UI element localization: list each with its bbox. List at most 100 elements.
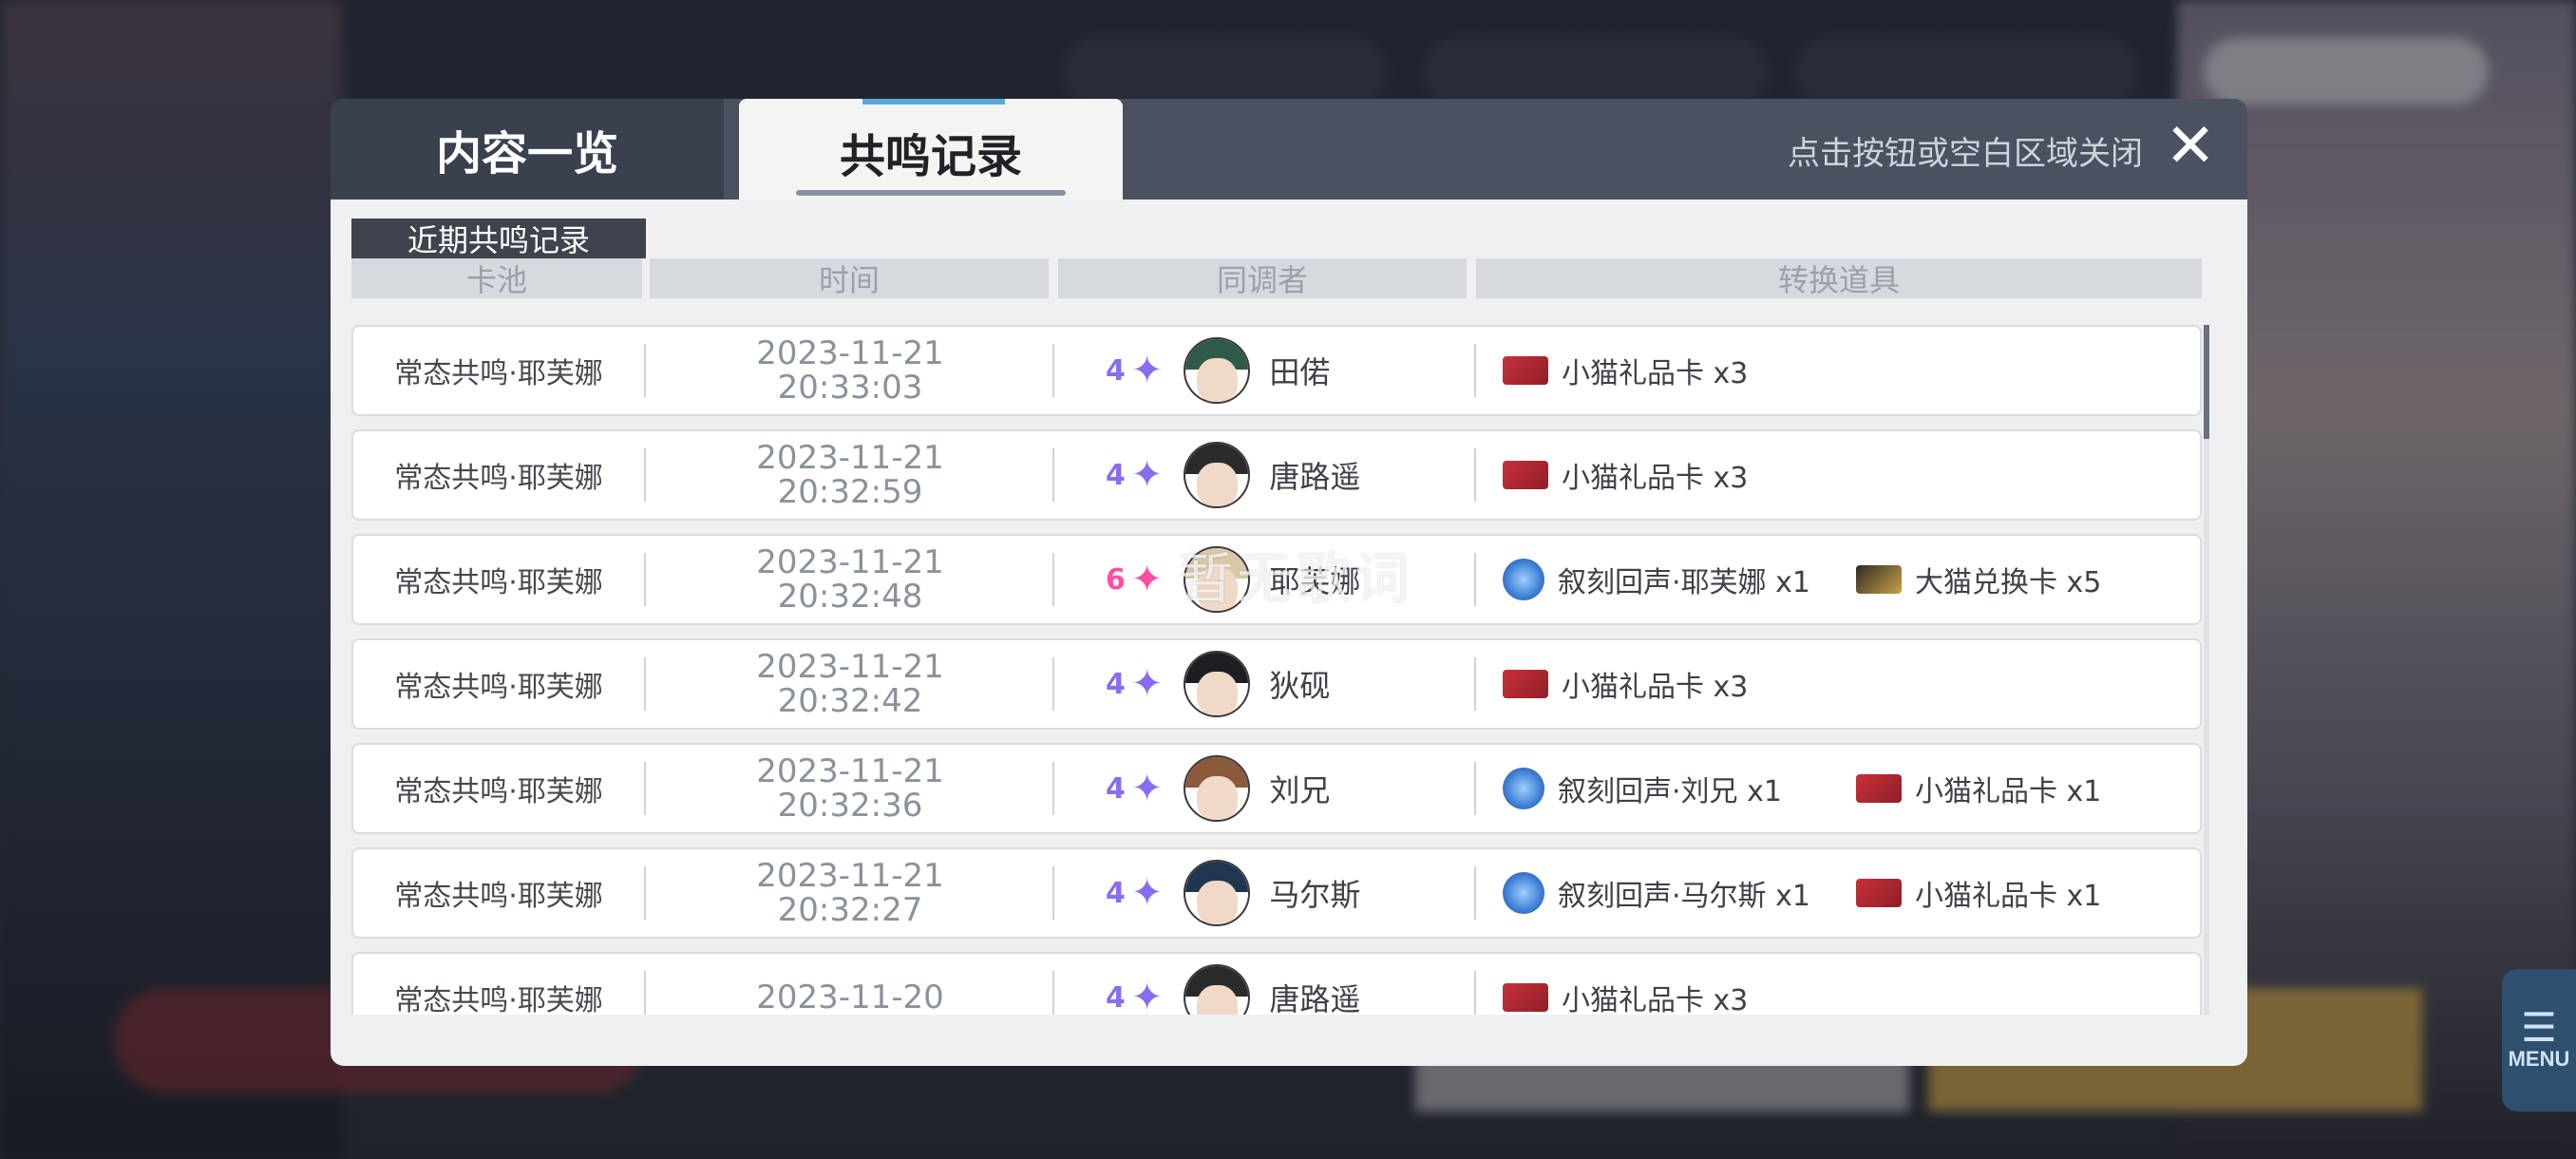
record-row: 常态共鸣·耶芙娜 2023-11-21 20:32:36 4 ✦ 刘兄 叙刻回声… bbox=[351, 743, 2202, 834]
scrollbar[interactable] bbox=[2204, 325, 2209, 1015]
record-list[interactable]: 常态共鸣·耶芙娜 2023-11-21 20:33:03 4 ✦ 田偌 小猫礼品… bbox=[351, 325, 2204, 1015]
record-row: 常态共鸣·耶芙娜 2023-11-20 4 ✦ 唐路遥 小猫礼品卡 x3 bbox=[351, 952, 2202, 1015]
converted-item: 叙刻回声·马尔斯 x1 bbox=[1503, 872, 1847, 914]
items-cell: 小猫礼品卡 x3 bbox=[1478, 954, 2200, 1015]
record-clock: 20:32:48 bbox=[777, 578, 923, 616]
converted-item: 叙刻回声·刘兄 x1 bbox=[1503, 768, 1847, 809]
four-point-star-icon: ✦ bbox=[1130, 349, 1164, 392]
red-gift-card-icon bbox=[1503, 356, 1548, 385]
character-avatar bbox=[1184, 860, 1251, 926]
character-name: 田偌 bbox=[1269, 354, 1331, 390]
converted-item: 小猫礼品卡 x1 bbox=[1856, 872, 2200, 914]
tab-resonance-record[interactable]: 共鸣记录 bbox=[739, 99, 1123, 205]
item-label: 小猫礼品卡 x3 bbox=[1562, 357, 1749, 390]
rarity-number: 4 bbox=[1106, 458, 1126, 492]
echo-orb-icon bbox=[1503, 872, 1544, 914]
record-clock: 20:33:03 bbox=[777, 369, 923, 407]
pool-name: 常态共鸣·耶芙娜 bbox=[394, 357, 603, 390]
record-time: 2023-11-21 20:32:36 bbox=[648, 745, 1052, 832]
item-label: 小猫礼品卡 x3 bbox=[1562, 462, 1749, 495]
close-icon[interactable]: ✕ bbox=[2162, 116, 2219, 177]
red-gift-card-icon bbox=[1503, 670, 1548, 698]
menu-label: MENU bbox=[2508, 1047, 2570, 1071]
character-cell: 4 ✦ 马尔斯 bbox=[1056, 849, 1474, 937]
record-row: 常态共鸣·耶芙娜 2023-11-21 20:32:42 4 ✦ 狄砚 小猫礼品… bbox=[351, 638, 2202, 730]
converted-item: 大猫兑换卡 x5 bbox=[1856, 559, 2200, 600]
record-date: 2023-11-21 bbox=[756, 857, 944, 895]
echo-orb-icon bbox=[1503, 559, 1544, 600]
item-label: 小猫礼品卡 x1 bbox=[1915, 880, 2102, 913]
menu-button[interactable]: ☰ MENU bbox=[2502, 969, 2576, 1112]
record-time: 2023-11-21 20:32:59 bbox=[648, 431, 1052, 519]
pool-name: 常态共鸣·耶芙娜 bbox=[394, 566, 603, 599]
four-point-star-icon: ✦ bbox=[1130, 662, 1164, 706]
record-clock: 20:32:36 bbox=[777, 787, 923, 825]
character-name: 唐路遥 bbox=[1269, 459, 1361, 495]
record-date: 2023-11-21 bbox=[756, 648, 944, 686]
echo-orb-icon bbox=[1503, 768, 1544, 809]
watermark-text: 暂无歌词 bbox=[1178, 546, 1414, 611]
record-clock: 20:32:42 bbox=[777, 682, 923, 720]
record-date: 2023-11-21 bbox=[756, 543, 944, 581]
rarity-number: 4 bbox=[1106, 980, 1126, 1015]
item-label: 大猫兑换卡 x5 bbox=[1915, 566, 2102, 599]
four-point-star-icon: ✦ bbox=[1130, 871, 1164, 915]
item-label: 小猫礼品卡 x1 bbox=[1915, 775, 2102, 808]
character-name: 唐路遥 bbox=[1269, 981, 1361, 1015]
character-avatar bbox=[1184, 651, 1251, 717]
character-cell: 4 ✦ 唐路遥 bbox=[1056, 954, 1474, 1015]
record-time: 2023-11-20 bbox=[648, 954, 1052, 1015]
red-gift-card-icon bbox=[1856, 774, 1902, 803]
character-cell: 4 ✦ 唐路遥 bbox=[1056, 431, 1474, 519]
item-label: 小猫礼品卡 x3 bbox=[1562, 984, 1749, 1015]
column-header-pool: 卡池 bbox=[351, 258, 642, 298]
items-cell: 小猫礼品卡 x3 bbox=[1478, 640, 2200, 728]
converted-item: 小猫礼品卡 x1 bbox=[1856, 768, 2200, 809]
character-cell: 4 ✦ 狄砚 bbox=[1056, 640, 1474, 728]
item-label: 叙刻回声·马尔斯 x1 bbox=[1558, 880, 1810, 913]
item-label: 叙刻回声·刘兄 x1 bbox=[1558, 775, 1782, 808]
record-row: 常态共鸣·耶芙娜 2023-11-21 20:32:59 4 ✦ 唐路遥 小猫礼… bbox=[351, 429, 2202, 521]
hamburger-icon: ☰ bbox=[2521, 1004, 2557, 1051]
rarity-number: 4 bbox=[1106, 667, 1126, 701]
character-avatar bbox=[1184, 964, 1251, 1015]
four-point-star-icon: ✦ bbox=[1130, 453, 1164, 497]
gold-exchange-card-icon bbox=[1856, 565, 1902, 594]
record-clock: 20:32:59 bbox=[777, 473, 923, 511]
character-avatar bbox=[1184, 755, 1251, 822]
record-time: 2023-11-21 20:33:03 bbox=[648, 327, 1052, 414]
red-gift-card-icon bbox=[1856, 879, 1902, 907]
rarity-number: 4 bbox=[1106, 876, 1126, 910]
pool-name: 常态共鸣·耶芙娜 bbox=[394, 462, 603, 495]
character-name: 狄砚 bbox=[1269, 668, 1331, 704]
rarity-number: 6 bbox=[1106, 562, 1126, 597]
record-time: 2023-11-21 20:32:27 bbox=[648, 849, 1052, 937]
record-row: 常态共鸣·耶芙娜 2023-11-21 20:32:27 4 ✦ 马尔斯 叙刻回… bbox=[351, 847, 2202, 939]
item-label: 小猫礼品卡 x3 bbox=[1562, 671, 1749, 704]
item-label: 叙刻回声·耶芙娜 x1 bbox=[1558, 566, 1810, 599]
record-clock: 20:32:27 bbox=[777, 891, 923, 929]
scrollbar-thumb[interactable] bbox=[2204, 325, 2209, 439]
column-header-items: 转换道具 bbox=[1476, 258, 2202, 298]
rarity-number: 4 bbox=[1106, 771, 1126, 806]
items-cell: 叙刻回声·马尔斯 x1 小猫礼品卡 x1 bbox=[1478, 849, 2200, 937]
converted-item: 小猫礼品卡 x3 bbox=[1503, 350, 1864, 391]
record-time: 2023-11-21 20:32:48 bbox=[648, 536, 1052, 623]
character-avatar bbox=[1184, 337, 1251, 404]
character-name: 刘兄 bbox=[1269, 772, 1331, 808]
tab-resonance-record-label: 共鸣记录 bbox=[839, 130, 1022, 183]
character-name: 马尔斯 bbox=[1269, 877, 1361, 913]
column-header-time: 时间 bbox=[650, 258, 1049, 298]
pool-name: 常态共鸣·耶芙娜 bbox=[394, 984, 603, 1015]
panel-header: 内容一览 共鸣记录 点击按钮或空白区域关闭 ✕ bbox=[331, 99, 2247, 205]
four-point-star-icon: ✦ bbox=[1130, 976, 1164, 1015]
tab-content-overview[interactable]: 内容一览 bbox=[331, 99, 724, 200]
four-point-star-icon: ✦ bbox=[1130, 767, 1164, 810]
character-avatar bbox=[1184, 442, 1251, 508]
panel-body: 近期共鸣记录 卡池 时间 同调者 转换道具 常态共鸣·耶芙娜 2023-11-2… bbox=[331, 200, 2247, 1066]
character-cell: 4 ✦ 田偌 bbox=[1056, 327, 1474, 414]
close-hint: 点击按钮或空白区域关闭 bbox=[1788, 135, 2143, 173]
red-gift-card-icon bbox=[1503, 983, 1548, 1012]
converted-item: 叙刻回声·耶芙娜 x1 bbox=[1503, 559, 1847, 600]
record-date: 2023-11-21 bbox=[756, 439, 944, 477]
